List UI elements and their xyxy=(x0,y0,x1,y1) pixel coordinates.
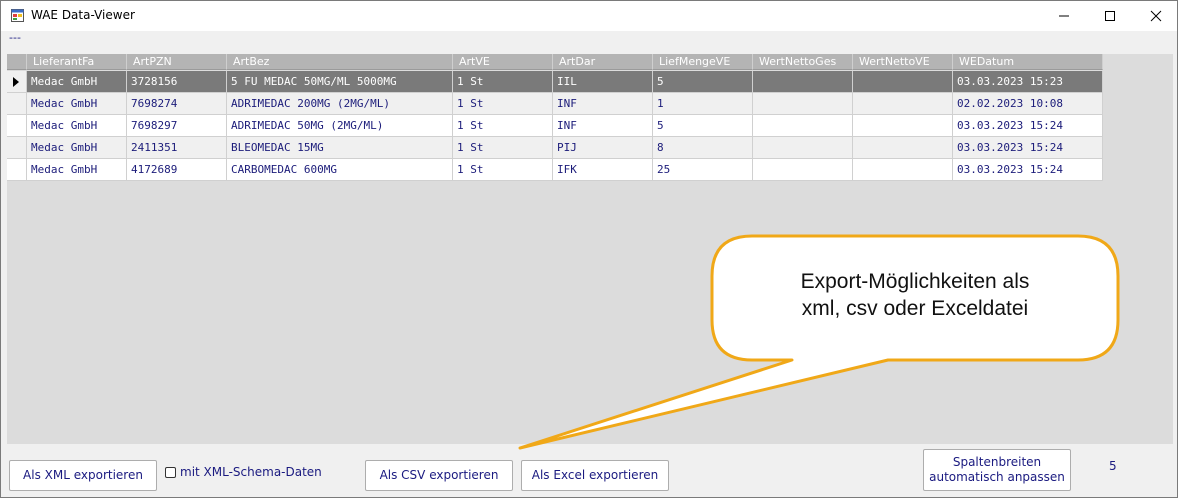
table-cell[interactable]: IFK xyxy=(553,159,653,181)
table-cell[interactable]: Medac GmbH xyxy=(27,93,127,115)
column-header-artve[interactable]: ArtVE xyxy=(453,54,553,70)
table-cell[interactable] xyxy=(753,137,853,159)
autosize-columns-button[interactable]: Spaltenbreiten automatisch anpassen xyxy=(923,449,1071,491)
table-cell[interactable]: 4172689 xyxy=(127,159,227,181)
table-cell[interactable] xyxy=(753,159,853,181)
row-header[interactable] xyxy=(7,93,27,115)
table-cell[interactable]: 2411351 xyxy=(127,137,227,159)
callout-line-1: Export-Möglichkeiten als xyxy=(800,270,1030,293)
minimize-icon xyxy=(1059,15,1069,17)
export-excel-button[interactable]: Als Excel exportieren xyxy=(521,460,669,491)
table-cell[interactable] xyxy=(853,93,953,115)
table-row[interactable]: Medac GmbH 7698274 ADRIMEDAC 200MG (2MG/… xyxy=(7,93,1103,115)
maximize-button[interactable] xyxy=(1087,1,1133,31)
table-cell[interactable]: BLEOMEDAC 15MG xyxy=(227,137,453,159)
table-cell[interactable]: INF xyxy=(553,93,653,115)
xml-schema-label[interactable]: mit XML-Schema-Daten xyxy=(180,465,322,479)
table-cell[interactable]: 7698297 xyxy=(127,115,227,137)
column-header-liefmengeve[interactable]: LiefMengeVE xyxy=(653,54,753,70)
column-header-wedatum[interactable]: WEDatum xyxy=(953,54,1103,70)
row-header[interactable] xyxy=(7,159,27,181)
column-header-wertnettove[interactable]: WertNettoVE xyxy=(853,54,953,70)
grid-header-row: LieferantFa ArtPZN ArtBez ArtVE ArtDar L… xyxy=(7,54,1103,71)
maximize-icon xyxy=(1105,11,1115,21)
row-count-label: 5 xyxy=(1109,459,1117,473)
table-cell[interactable]: 1 St xyxy=(453,159,553,181)
row-header[interactable] xyxy=(7,71,27,93)
minimize-button[interactable] xyxy=(1041,1,1087,31)
callout-text: Export-Möglichkeiten als xml, csv oder E… xyxy=(715,268,1115,322)
table-cell[interactable]: INF xyxy=(553,115,653,137)
table-cell[interactable]: 03.03.2023 15:24 xyxy=(953,159,1103,181)
table-cell[interactable]: CARBOMEDAC 600MG xyxy=(227,159,453,181)
window-title: WAE Data-Viewer xyxy=(31,8,135,22)
row-header[interactable] xyxy=(7,137,27,159)
table-cell[interactable]: 5 xyxy=(653,71,753,93)
xml-schema-option[interactable]: mit XML-Schema-Daten xyxy=(165,464,322,480)
table-cell[interactable]: Medac GmbH xyxy=(27,115,127,137)
column-header-wertnettoges[interactable]: WertNettoGes xyxy=(753,54,853,70)
table-cell[interactable]: Medac GmbH xyxy=(27,71,127,93)
table-cell[interactable] xyxy=(853,159,953,181)
autosize-label-line1: Spaltenbreiten xyxy=(952,455,1042,469)
table-cell[interactable]: 03.03.2023 15:24 xyxy=(953,115,1103,137)
table-cell[interactable]: 3728156 xyxy=(127,71,227,93)
table-row[interactable]: Medac GmbH 2411351 BLEOMEDAC 15MG 1 St P… xyxy=(7,137,1103,159)
export-xml-button[interactable]: Als XML exportieren xyxy=(9,460,157,491)
table-cell[interactable]: ADRIMEDAC 200MG (2MG/ML) xyxy=(227,93,453,115)
close-icon xyxy=(1150,10,1162,22)
grid-body: Medac GmbH 3728156 5 FU MEDAC 50MG/ML 50… xyxy=(7,71,1103,181)
table-cell[interactable]: 5 xyxy=(653,115,753,137)
table-cell[interactable]: 1 St xyxy=(453,93,553,115)
table-cell[interactable]: PIJ xyxy=(553,137,653,159)
table-row[interactable]: Medac GmbH 7698297 ADRIMEDAC 50MG (2MG/M… xyxy=(7,115,1103,137)
table-cell[interactable]: 03.03.2023 15:24 xyxy=(953,137,1103,159)
callout-line-2: xml, csv oder Exceldatei xyxy=(801,297,1029,320)
table-cell[interactable] xyxy=(853,71,953,93)
export-csv-button[interactable]: Als CSV exportieren xyxy=(365,460,513,491)
table-cell[interactable] xyxy=(753,93,853,115)
xml-schema-checkbox[interactable] xyxy=(165,466,176,478)
table-cell[interactable]: 8 xyxy=(653,137,753,159)
table-cell[interactable] xyxy=(853,137,953,159)
table-row[interactable]: Medac GmbH 3728156 5 FU MEDAC 50MG/ML 50… xyxy=(7,71,1103,93)
table-cell[interactable]: 1 St xyxy=(453,71,553,93)
table-cell[interactable]: 5 FU MEDAC 50MG/ML 5000MG xyxy=(227,71,453,93)
table-cell[interactable]: Medac GmbH xyxy=(27,159,127,181)
data-grid[interactable]: LieferantFa ArtPZN ArtBez ArtVE ArtDar L… xyxy=(7,54,1173,444)
column-header-lieferantfa[interactable]: LieferantFa xyxy=(27,54,127,70)
table-row[interactable]: Medac GmbH 4172689 CARBOMEDAC 600MG 1 St… xyxy=(7,159,1103,181)
app-window: WAE Data-Viewer --- LieferantFa ArtPZN A… xyxy=(0,0,1178,498)
close-button[interactable] xyxy=(1133,1,1177,31)
table-cell[interactable]: ADRIMEDAC 50MG (2MG/ML) xyxy=(227,115,453,137)
column-header-artbez[interactable]: ArtBez xyxy=(227,54,453,70)
table-cell[interactable]: 1 xyxy=(653,93,753,115)
title-bar[interactable]: WAE Data-Viewer xyxy=(1,1,1177,31)
table-cell[interactable]: 1 St xyxy=(453,115,553,137)
table-cell[interactable] xyxy=(853,115,953,137)
table-cell[interactable] xyxy=(753,71,853,93)
app-window-icon xyxy=(11,9,24,22)
table-cell[interactable]: 02.02.2023 10:08 xyxy=(953,93,1103,115)
table-cell[interactable]: 03.03.2023 15:23 xyxy=(953,71,1103,93)
autosize-label-line2: automatisch anpassen xyxy=(929,470,1065,484)
table-cell[interactable]: 25 xyxy=(653,159,753,181)
column-header-artpzn[interactable]: ArtPZN xyxy=(127,54,227,70)
current-row-arrow-icon xyxy=(13,77,19,87)
table-cell[interactable]: 1 St xyxy=(453,137,553,159)
row-header[interactable] xyxy=(7,115,27,137)
table-cell[interactable]: IIL xyxy=(553,71,653,93)
menu-strip[interactable]: --- xyxy=(9,31,21,44)
table-cell[interactable]: Medac GmbH xyxy=(27,137,127,159)
grid-corner-cell[interactable] xyxy=(7,54,27,70)
table-cell[interactable] xyxy=(753,115,853,137)
column-header-artdar[interactable]: ArtDar xyxy=(553,54,653,70)
table-cell[interactable]: 7698274 xyxy=(127,93,227,115)
